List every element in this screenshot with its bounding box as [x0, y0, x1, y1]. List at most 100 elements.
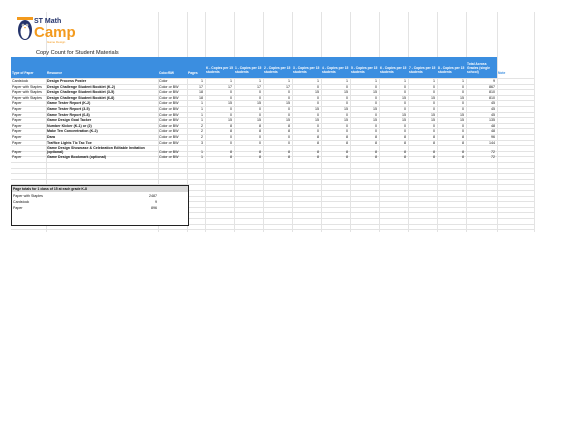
cell-pages: 1	[201, 79, 203, 83]
cell-copies: 15	[431, 95, 435, 100]
cell-copies: 15	[344, 90, 348, 95]
cell-copies: 0	[230, 112, 232, 117]
cell-resource: Game Design Showcase & Celebration Edita…	[47, 146, 145, 155]
cell-total: 45	[491, 112, 495, 117]
cell-copies: 0	[288, 90, 290, 95]
cell-type-of-paper: Paper	[12, 107, 22, 111]
cell-total: 9	[493, 79, 495, 83]
cell-resource: Game Design Bookmark (optional)	[47, 155, 106, 160]
cell-copies: 8	[230, 123, 232, 128]
header-grade-7: 7 - Copies per 15 students	[409, 66, 436, 74]
cell-copies: 0	[346, 112, 348, 117]
cell-copies: 15	[344, 107, 348, 111]
totals-label-paper-with-staples: Paper with Staples	[13, 194, 43, 198]
cell-copies: 0	[259, 140, 261, 145]
cell-copies: 15	[286, 101, 290, 106]
cell-copies: 1	[462, 79, 464, 83]
grid-hline	[11, 229, 534, 231]
cell-copies: 0	[433, 107, 435, 111]
header-total: Total Across Grades (single school)	[467, 62, 490, 74]
cell-pages: 18	[199, 90, 203, 95]
cell-copies: 8	[346, 140, 348, 145]
grid-hline	[11, 173, 534, 175]
cell-type-of-paper: Paper	[12, 123, 22, 128]
cell-copies: 0	[375, 123, 377, 128]
cell-copies: 15	[286, 118, 290, 123]
cell-copies: 0	[317, 84, 319, 89]
cell-copies: 1	[288, 79, 290, 83]
cell-copies: 8	[288, 129, 290, 134]
cell-type-of-paper: Paper	[12, 150, 22, 155]
header-grade-2: 2 - Copies per 15 students	[264, 66, 291, 74]
cell-copies: 8	[230, 129, 232, 134]
cell-color-bw: Color or BW	[159, 123, 179, 128]
cell-color-bw: Color or BW	[159, 118, 179, 123]
header-type-of-paper: Type of Paper	[12, 71, 34, 75]
cell-copies: 0	[404, 123, 406, 128]
cell-copies: 0	[433, 123, 435, 128]
cell-copies: 15	[257, 118, 261, 123]
cell-copies: 17	[257, 84, 261, 89]
cell-copies: 8	[230, 150, 232, 155]
cell-copies: 8	[462, 140, 464, 145]
cell-copies: 15	[315, 107, 319, 111]
cell-pages: 2	[201, 123, 203, 128]
header-grade-8: 8 - Copies per 15 students	[438, 66, 465, 74]
cell-copies: 15	[315, 90, 319, 95]
cell-total: 135	[489, 118, 495, 123]
cell-color-bw: Color or BW	[159, 112, 179, 117]
page-totals-box: Page totals for 1 class of 15 at each gr…	[11, 185, 189, 226]
cell-copies: 0	[375, 112, 377, 117]
cell-copies: 17	[286, 84, 290, 89]
totals-value-paper: 896	[151, 206, 157, 210]
header-grade-3: 3 - Copies per 15 students	[293, 66, 320, 74]
cell-copies: 8	[317, 135, 319, 139]
grid-vline	[534, 12, 535, 232]
cell-copies: 8	[317, 155, 319, 160]
cell-color-bw: Color or BW	[159, 135, 179, 139]
cell-pages: 18	[199, 95, 203, 100]
totals-label-cardstock: Cardstock	[13, 200, 30, 204]
cell-copies: 0	[404, 90, 406, 95]
logo-brand-word: Camp	[34, 24, 76, 41]
cell-resource: Design Process Poster	[47, 79, 87, 83]
cell-color-bw: Color or BW	[159, 90, 179, 95]
cell-copies: 15	[315, 118, 319, 123]
cell-copies: 15	[431, 112, 435, 117]
header-note: Note	[498, 71, 506, 75]
cell-copies: 8	[288, 150, 290, 155]
cell-copies: 8	[404, 155, 406, 160]
cell-copies: 8	[230, 155, 232, 160]
cell-copies: 0	[259, 135, 261, 139]
cell-copies: 0	[433, 90, 435, 95]
cell-pages: 1	[201, 118, 203, 123]
cell-copies: 0	[346, 95, 348, 100]
cell-total: 810	[489, 90, 495, 95]
cell-total: 72	[491, 155, 495, 160]
cell-total: 48	[491, 129, 495, 134]
cell-pages: 1	[201, 150, 203, 155]
cell-copies: 1	[230, 79, 232, 83]
cell-copies: 1	[404, 79, 406, 83]
cell-copies: 8	[462, 155, 464, 160]
cell-copies: 15	[460, 112, 464, 117]
header-color-bw: Color/BW	[159, 71, 175, 75]
page-title: Copy Count for Student Materials	[36, 50, 119, 56]
cell-copies: 0	[317, 123, 319, 128]
cell-copies: 0	[404, 101, 406, 106]
cell-copies: 15	[431, 118, 435, 123]
cell-copies: 0	[288, 107, 290, 111]
cell-copies: 8	[375, 135, 377, 139]
cell-color-bw: Color or BW	[159, 129, 179, 134]
cell-copies: 0	[346, 101, 348, 106]
cell-copies: 0	[433, 84, 435, 89]
grid-hline	[11, 162, 534, 163]
cell-color-bw: Color	[159, 79, 168, 83]
cell-total: 45	[491, 107, 495, 111]
cell-copies: 0	[230, 135, 232, 139]
cell-copies: 0	[346, 84, 348, 89]
cell-copies: 0	[375, 129, 377, 134]
cell-total: 144	[489, 140, 495, 145]
cell-type-of-paper: Cardstock	[12, 79, 29, 83]
cell-type-of-paper: Paper	[12, 118, 22, 123]
